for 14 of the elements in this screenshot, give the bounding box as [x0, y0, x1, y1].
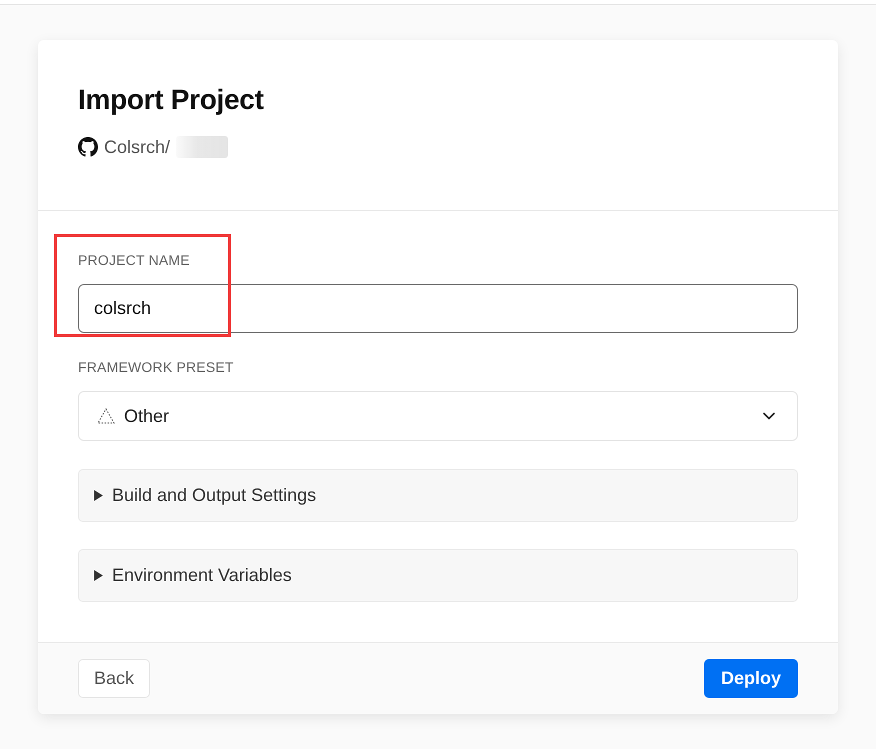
collapsible-section[interactable]: Build and Output Settings: [78, 469, 798, 522]
caret-icon: [93, 490, 104, 501]
caret-icon: [93, 570, 104, 581]
framework-select[interactable]: Other: [78, 391, 798, 441]
back-button[interactable]: Back: [78, 659, 150, 698]
github-icon: [78, 137, 98, 157]
deploy-button[interactable]: Deploy: [704, 659, 798, 698]
input-field[interactable]: colsrch: [78, 284, 798, 333]
triangle-icon: [97, 408, 115, 424]
field-label: FRAMEWORK PRESET: [78, 359, 235, 375]
collapsible-section[interactable]: Environment Variables: [78, 549, 798, 602]
page-title: Import Project: [78, 84, 265, 116]
repo-owner: Colsrch/: [104, 136, 170, 158]
field-label: PROJECT NAME: [78, 252, 191, 268]
